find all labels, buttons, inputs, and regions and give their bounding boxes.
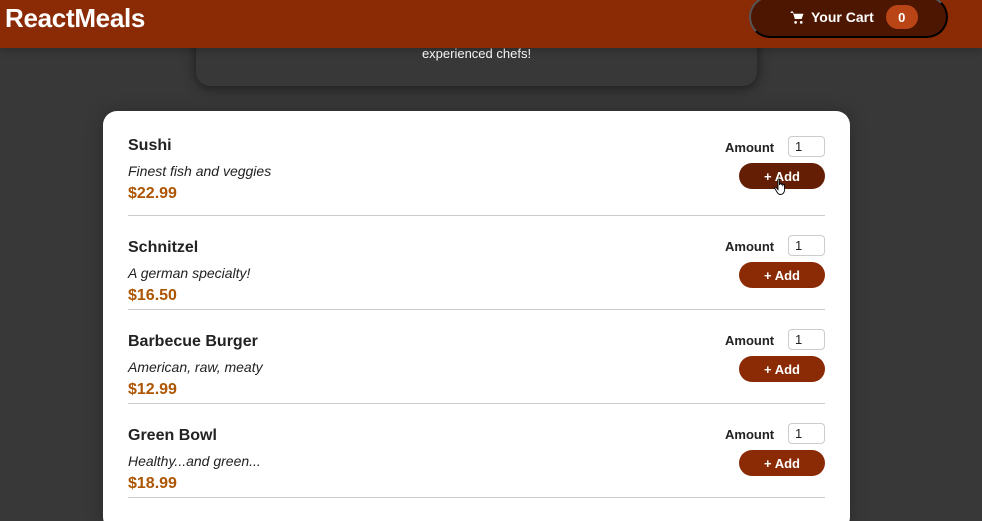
meal-price: $12.99 [128, 381, 177, 398]
amount-input[interactable] [788, 235, 825, 256]
meal-item-barbecue-burger: Barbecue Burger American, raw, meaty $12… [128, 310, 825, 404]
hand-pointer-cursor-icon [774, 178, 787, 200]
add-button[interactable]: + Add [739, 356, 825, 382]
meal-item-schnitzel: Schnitzel A german specialty! $16.50 Amo… [128, 216, 825, 310]
amount-input[interactable] [788, 329, 825, 350]
meal-name: Barbecue Burger [128, 333, 258, 350]
app-header: ReactMeals Your Cart 0 [0, 0, 982, 48]
meal-info: Sushi Finest fish and veggies $22.99 [128, 137, 271, 203]
cart-label: Your Cart [811, 9, 874, 25]
meal-list: Sushi Finest fish and veggies $22.99 Amo… [128, 111, 825, 498]
meal-price: $16.50 [128, 287, 177, 304]
meal-info: Barbecue Burger American, raw, meaty $12… [128, 333, 263, 399]
meal-name: Schnitzel [128, 239, 199, 256]
available-meals-card: Sushi Finest fish and veggies $22.99 Amo… [103, 111, 850, 521]
add-button[interactable]: + Add [739, 262, 825, 288]
meal-price: $18.99 [128, 475, 177, 492]
add-button[interactable]: + Add [739, 450, 825, 476]
meal-form: Amount + Add [725, 329, 825, 389]
app-logo: ReactMeals [5, 3, 146, 33]
meal-description: Healthy...and green... [128, 453, 261, 469]
amount-label: Amount [725, 140, 775, 155]
meal-description: A german specialty! [128, 265, 251, 281]
meal-description: Finest fish and veggies [128, 163, 272, 179]
amount-input[interactable] [788, 136, 825, 157]
meal-info: Green Bowl Healthy...and green... $18.99 [128, 427, 261, 493]
cart-count-badge: 0 [885, 5, 918, 29]
amount-label: Amount [725, 333, 775, 348]
meal-item-green-bowl: Green Bowl Healthy...and green... $18.99… [128, 404, 825, 498]
meal-price: $22.99 [128, 185, 177, 202]
meal-form: Amount + Add [725, 235, 825, 295]
meal-description: American, raw, meaty [128, 359, 263, 375]
cart-icon [789, 9, 805, 25]
meal-item-sushi: Sushi Finest fish and veggies $22.99 Amo… [128, 111, 825, 216]
amount-input[interactable] [788, 423, 825, 444]
meal-form: Amount + Add [725, 423, 825, 483]
meal-info: Schnitzel A german specialty! $16.50 [128, 239, 250, 305]
meal-name: Sushi [128, 137, 172, 154]
meal-name: Green Bowl [128, 427, 217, 444]
summary-text: experienced chefs! [421, 46, 532, 61]
cart-button[interactable]: Your Cart 0 [749, 0, 948, 38]
amount-label: Amount [725, 427, 775, 442]
amount-label: Amount [725, 239, 775, 254]
